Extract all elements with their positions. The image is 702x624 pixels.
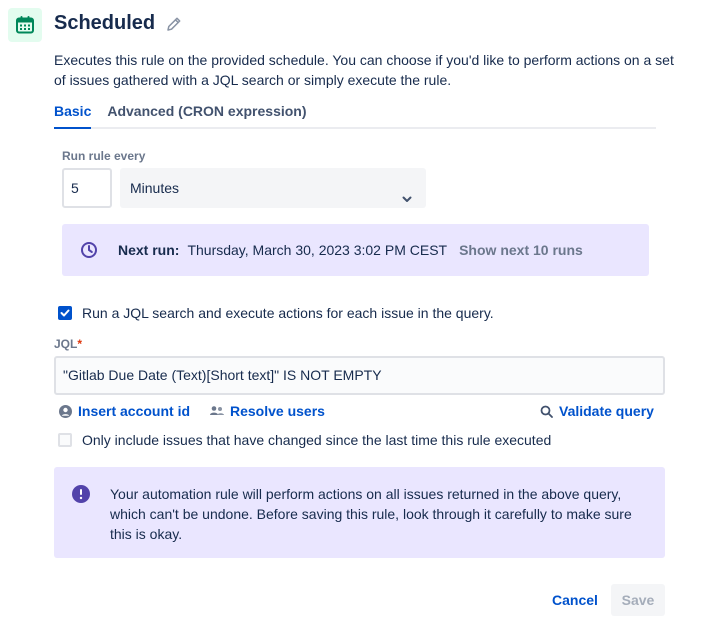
- changed-only-option: Only include issues that have changed si…: [58, 432, 551, 448]
- pencil-icon[interactable]: [165, 15, 183, 33]
- validate-query-label: Validate query: [559, 403, 654, 419]
- jql-label: JQL*: [54, 337, 82, 351]
- jql-label-text: JQL: [54, 337, 78, 351]
- changed-only-checkbox[interactable]: [58, 433, 72, 447]
- cancel-button[interactable]: Cancel: [540, 584, 610, 616]
- insert-account-id-button[interactable]: Insert account id: [59, 403, 190, 419]
- calendar-icon: [8, 8, 42, 42]
- trigger-description: Executes this rule on the provided sched…: [54, 52, 674, 88]
- chevron-down-icon: [400, 181, 414, 202]
- clock-icon: [80, 241, 98, 259]
- next-run-value: Thursday, March 30, 2023 3:02 PM CEST: [187, 242, 448, 258]
- changed-only-checkbox-label: Only include issues that have changed si…: [82, 432, 552, 448]
- run-rule-every-label: Run rule every: [62, 149, 146, 163]
- insert-account-id-label: Insert account id: [78, 403, 191, 419]
- required-marker: *: [77, 337, 83, 351]
- jql-warning-text: Your automation rule will perform action…: [110, 486, 632, 542]
- jql-warning-panel: Your automation rule will perform action…: [54, 467, 665, 558]
- schedule-tabs: Basic Advanced (CRON expression): [54, 103, 656, 129]
- save-button[interactable]: Save: [611, 584, 665, 616]
- people-icon: [210, 405, 224, 417]
- show-next-runs-link[interactable]: Show next 10 runs: [459, 242, 583, 258]
- jql-input[interactable]: "Gitlab Due Date (Text)[Short text]" IS …: [54, 356, 665, 395]
- resolve-users-label: Resolve users: [230, 403, 325, 419]
- page-title-row: Scheduled: [54, 12, 183, 35]
- interval-input[interactable]: 5: [62, 168, 112, 208]
- info-icon: [71, 484, 91, 504]
- interval-unit-value: Minutes: [130, 180, 180, 196]
- search-icon: [540, 405, 553, 418]
- tab-advanced-cron[interactable]: Advanced (CRON expression): [107, 103, 306, 127]
- next-run-label: Next run:: [118, 242, 180, 258]
- page-title: Scheduled: [54, 12, 156, 34]
- tab-basic[interactable]: Basic: [54, 103, 92, 129]
- interval-unit-select[interactable]: Minutes: [120, 168, 426, 208]
- resolve-users-button[interactable]: Resolve users: [210, 403, 325, 419]
- jql-search-option: Run a JQL search and execute actions for…: [58, 305, 494, 321]
- validate-query-button[interactable]: Validate query: [540, 403, 654, 419]
- user-icon: [59, 404, 72, 418]
- next-run-panel: Next run: Thursday, March 30, 2023 3:02 …: [62, 224, 649, 276]
- jql-search-checkbox-label: Run a JQL search and execute actions for…: [82, 305, 494, 321]
- jql-search-checkbox[interactable]: [58, 306, 72, 320]
